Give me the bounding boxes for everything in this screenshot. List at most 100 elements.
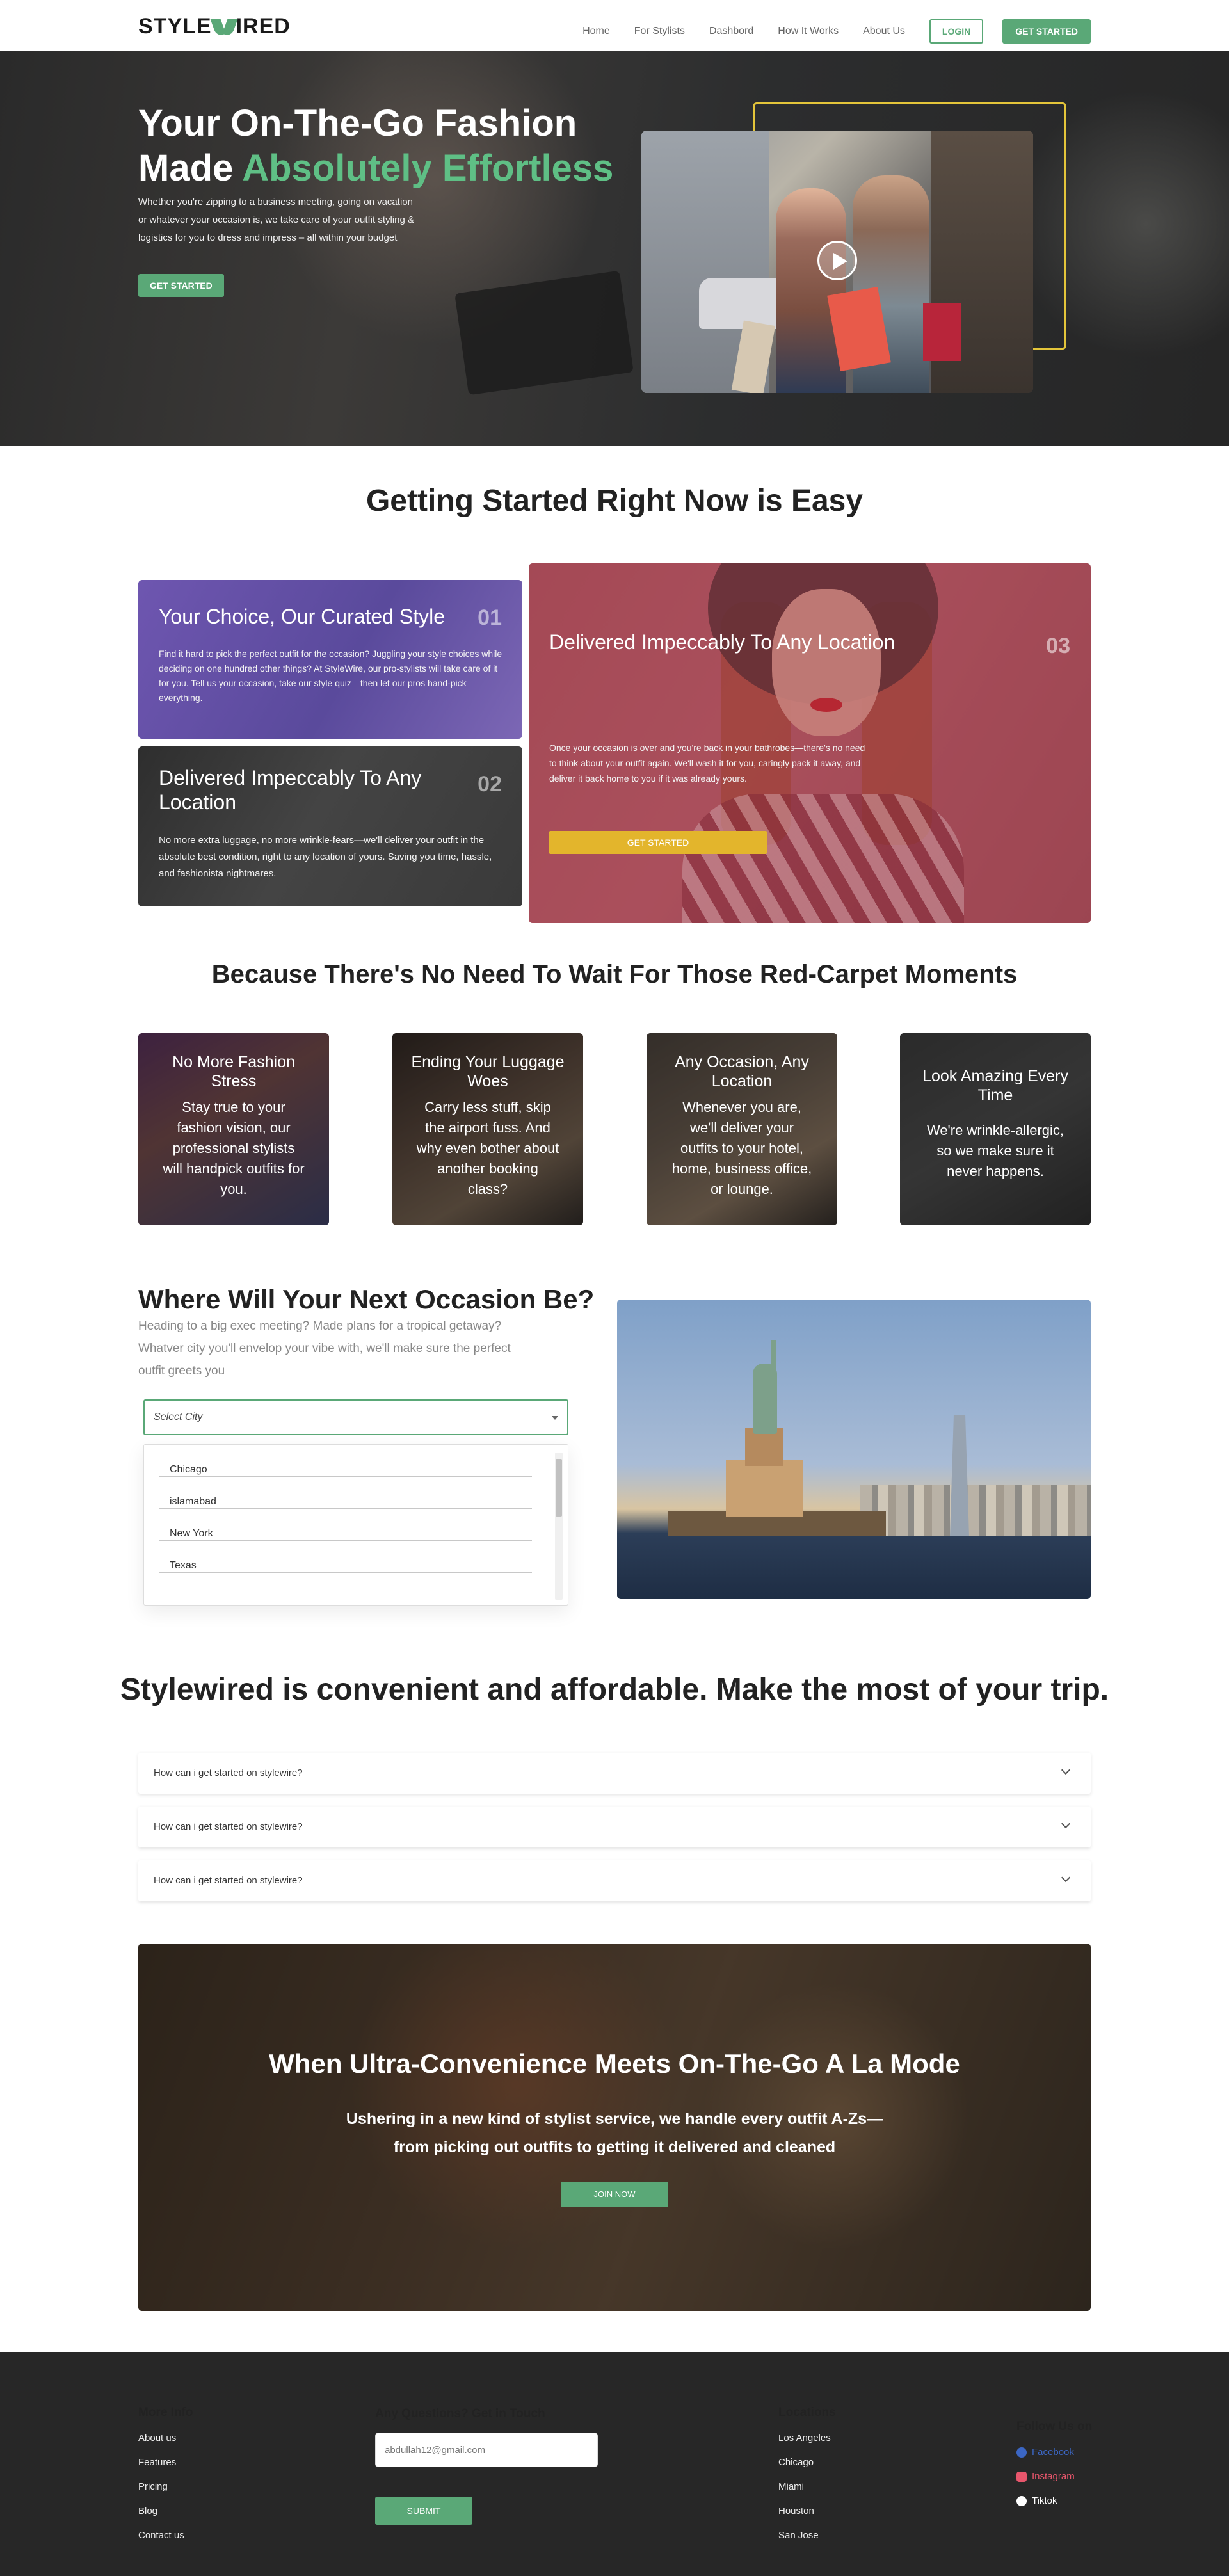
nav-home[interactable]: Home — [582, 26, 610, 37]
step-card-description: Find it hard to pick the perfect outfit … — [159, 648, 502, 703]
nav-how-it-works[interactable]: How It Works — [778, 26, 839, 37]
banner-text: Ushering in a new kind of stylist servic… — [346, 2110, 883, 2156]
faq-title: Stylewired is convenient and affordable.… — [120, 1673, 1109, 1707]
step-card-3: Delivered Impeccably To Any Location 03 … — [529, 563, 1091, 923]
feature-tile-text: Carry less stuff, skip the airport fuss.… — [416, 1099, 559, 1197]
step-card-title: Delivered Impeccably To Any Location — [549, 631, 896, 654]
where-title: Where Will Your Next Occasion Be? — [138, 1284, 595, 1314]
step-card-description: Once your occasion is over and you're ba… — [549, 743, 865, 784]
city-option[interactable]: Texas — [159, 1541, 532, 1573]
location-item[interactable]: Miami — [778, 2481, 804, 2492]
chevron-down-icon — [1061, 1765, 1071, 1775]
feature-tile-title: No More Fashion Stress — [172, 1053, 295, 1090]
login-button[interactable]: LOGIN — [929, 19, 984, 44]
footer-more-info-title: More Info — [138, 2406, 193, 2419]
facebook-icon — [1016, 2447, 1027, 2458]
hero-get-started-button[interactable]: GET STARTED — [138, 274, 224, 297]
location-item[interactable]: Los Angeles — [778, 2433, 831, 2443]
city-select-label: Select City — [154, 1412, 203, 1422]
city-option[interactable]: islamabad — [159, 1477, 532, 1509]
location-item[interactable]: Chicago — [778, 2457, 814, 2468]
logo-text-left: STYLE — [138, 14, 212, 38]
hero-title-highlight: Absolutely Effortless — [242, 147, 614, 189]
social-tiktok[interactable]: Tiktok — [1016, 2495, 1057, 2506]
header-get-started-button[interactable]: GET STARTED — [1002, 19, 1091, 44]
dropdown-scrollbar[interactable] — [555, 1453, 563, 1600]
footer-contact-title: Any Questions? Get in Touch — [375, 2407, 545, 2420]
feature-tile: Ending Your Luggage Woes Carry less stuf… — [392, 1033, 583, 1225]
feature-tile-text: We're wrinkle-allergic, so we make sure … — [926, 1122, 1064, 1179]
city-option[interactable]: New York — [159, 1509, 532, 1541]
hero-title: Your On-The-Go Fashion Made Absolutely E… — [138, 101, 625, 191]
logo[interactable]: STYLE IRED — [138, 14, 291, 39]
location-item[interactable]: San Jose — [778, 2530, 819, 2541]
city-select[interactable]: Select City — [143, 1399, 568, 1435]
faq-question: How can i get started on stylewire? — [154, 1821, 303, 1832]
footer-link-features[interactable]: Features — [138, 2457, 176, 2468]
step-card-number: 02 — [478, 772, 502, 796]
feature-tile: No More Fashion Stress Stay true to your… — [138, 1033, 329, 1225]
hero-bg-shape — [454, 270, 634, 396]
tiktok-icon — [1016, 2495, 1027, 2506]
main-nav: Home For Stylists Dashbord How It Works … — [558, 19, 1091, 44]
logo-text-right: IRED — [236, 14, 291, 38]
hero-video[interactable] — [641, 131, 1033, 393]
faq-question: How can i get started on stylewire? — [154, 1875, 303, 1886]
step-card-title: Delivered Impeccably To Any Location — [159, 766, 422, 814]
footer-follow-title: Follow Us on — [1016, 2420, 1093, 2433]
location-item[interactable]: Houston — [778, 2506, 814, 2516]
statue-of-liberty-photo — [617, 1300, 1091, 1599]
faq-item[interactable]: How can i get started on stylewire? — [138, 1807, 1091, 1847]
city-option[interactable]: Chicago — [159, 1445, 532, 1477]
footer-link-about[interactable]: About us — [138, 2433, 176, 2443]
social-instagram[interactable]: Instagram — [1016, 2471, 1075, 2482]
features-title: Because There's No Need To Wait For Thos… — [211, 960, 1018, 988]
banner-title: When Ultra-Convenience Meets On-The-Go A… — [269, 2049, 960, 2079]
feature-tile-title: Look Amazing Every Time — [922, 1067, 1068, 1104]
page: STYLE IRED Home For Stylists Dashbord How… — [0, 0, 1229, 2576]
footer-locations-title: Locations — [778, 2406, 836, 2419]
footer-link-contact[interactable]: Contact us — [138, 2530, 184, 2541]
footer-link-pricing[interactable]: Pricing — [138, 2481, 168, 2492]
hero-title-line2a: Made — [138, 147, 243, 189]
chevron-down-icon — [1061, 1872, 1071, 1883]
hero-subtitle: Whether you're zipping to a business mee… — [138, 197, 415, 243]
site-header: STYLE IRED Home For Stylists Dashbord How… — [0, 0, 1229, 51]
play-icon[interactable] — [817, 241, 857, 280]
city-dropdown: Chicago islamabad New York Texas — [143, 1444, 568, 1606]
feature-tile-title: Ending Your Luggage Woes — [411, 1053, 565, 1090]
caret-down-icon — [552, 1416, 558, 1420]
feature-tile-title: Any Occasion, Any Location — [675, 1053, 809, 1090]
cta-banner: When Ultra-Convenience Meets On-The-Go A… — [138, 1944, 1091, 2311]
hero-section: Your On-The-Go Fashion Made Absolutely E… — [0, 51, 1229, 446]
step-card-title: Your Choice, Our Curated Style — [159, 605, 446, 628]
email-input[interactable] — [376, 2433, 597, 2467]
instagram-icon — [1016, 2471, 1027, 2482]
feature-tile: Look Amazing Every Time We're wrinkle-al… — [900, 1033, 1091, 1225]
faq-question: How can i get started on stylewire? — [154, 1767, 303, 1778]
nav-dashboard[interactable]: Dashbord — [709, 26, 753, 37]
footer-email-field[interactable] — [375, 2433, 598, 2467]
feature-tile-text: Whenever you are, we'll deliver your out… — [671, 1099, 812, 1197]
faq-item[interactable]: How can i get started on stylewire? — [138, 1753, 1091, 1794]
join-now-button[interactable]: JOIN NOW — [561, 2182, 668, 2207]
footer-submit-button[interactable]: SUBMIT — [375, 2497, 472, 2525]
step-get-started-button[interactable]: GET STARTED — [549, 831, 767, 854]
step-card-1: Your Choice, Our Curated Style 01 Find i… — [138, 580, 522, 739]
faq-item[interactable]: How can i get started on stylewire? — [138, 1860, 1091, 1901]
nav-about-us[interactable]: About Us — [863, 26, 905, 37]
hero-title-line1: Your On-The-Go Fashion — [138, 102, 577, 144]
feature-tile-text: Stay true to your fashion vision, our pr… — [163, 1099, 305, 1197]
chevron-down-icon — [1061, 1819, 1071, 1829]
step-card-2: Delivered Impeccably To Any Location 02 … — [138, 746, 522, 906]
social-facebook[interactable]: Facebook — [1016, 2447, 1074, 2458]
nav-for-stylists[interactable]: For Stylists — [634, 26, 685, 37]
wing-logo-icon — [213, 17, 235, 36]
scrollbar-thumb[interactable] — [556, 1459, 562, 1517]
step-card-number: 01 — [478, 606, 502, 630]
where-text: Heading to a big exec meeting? Made plan… — [138, 1319, 511, 1378]
step-card-description: No more extra luggage, no more wrinkle-f… — [159, 835, 492, 879]
site-footer — [0, 2352, 1229, 2576]
step-card-number: 03 — [1046, 634, 1070, 658]
footer-link-blog[interactable]: Blog — [138, 2506, 157, 2516]
